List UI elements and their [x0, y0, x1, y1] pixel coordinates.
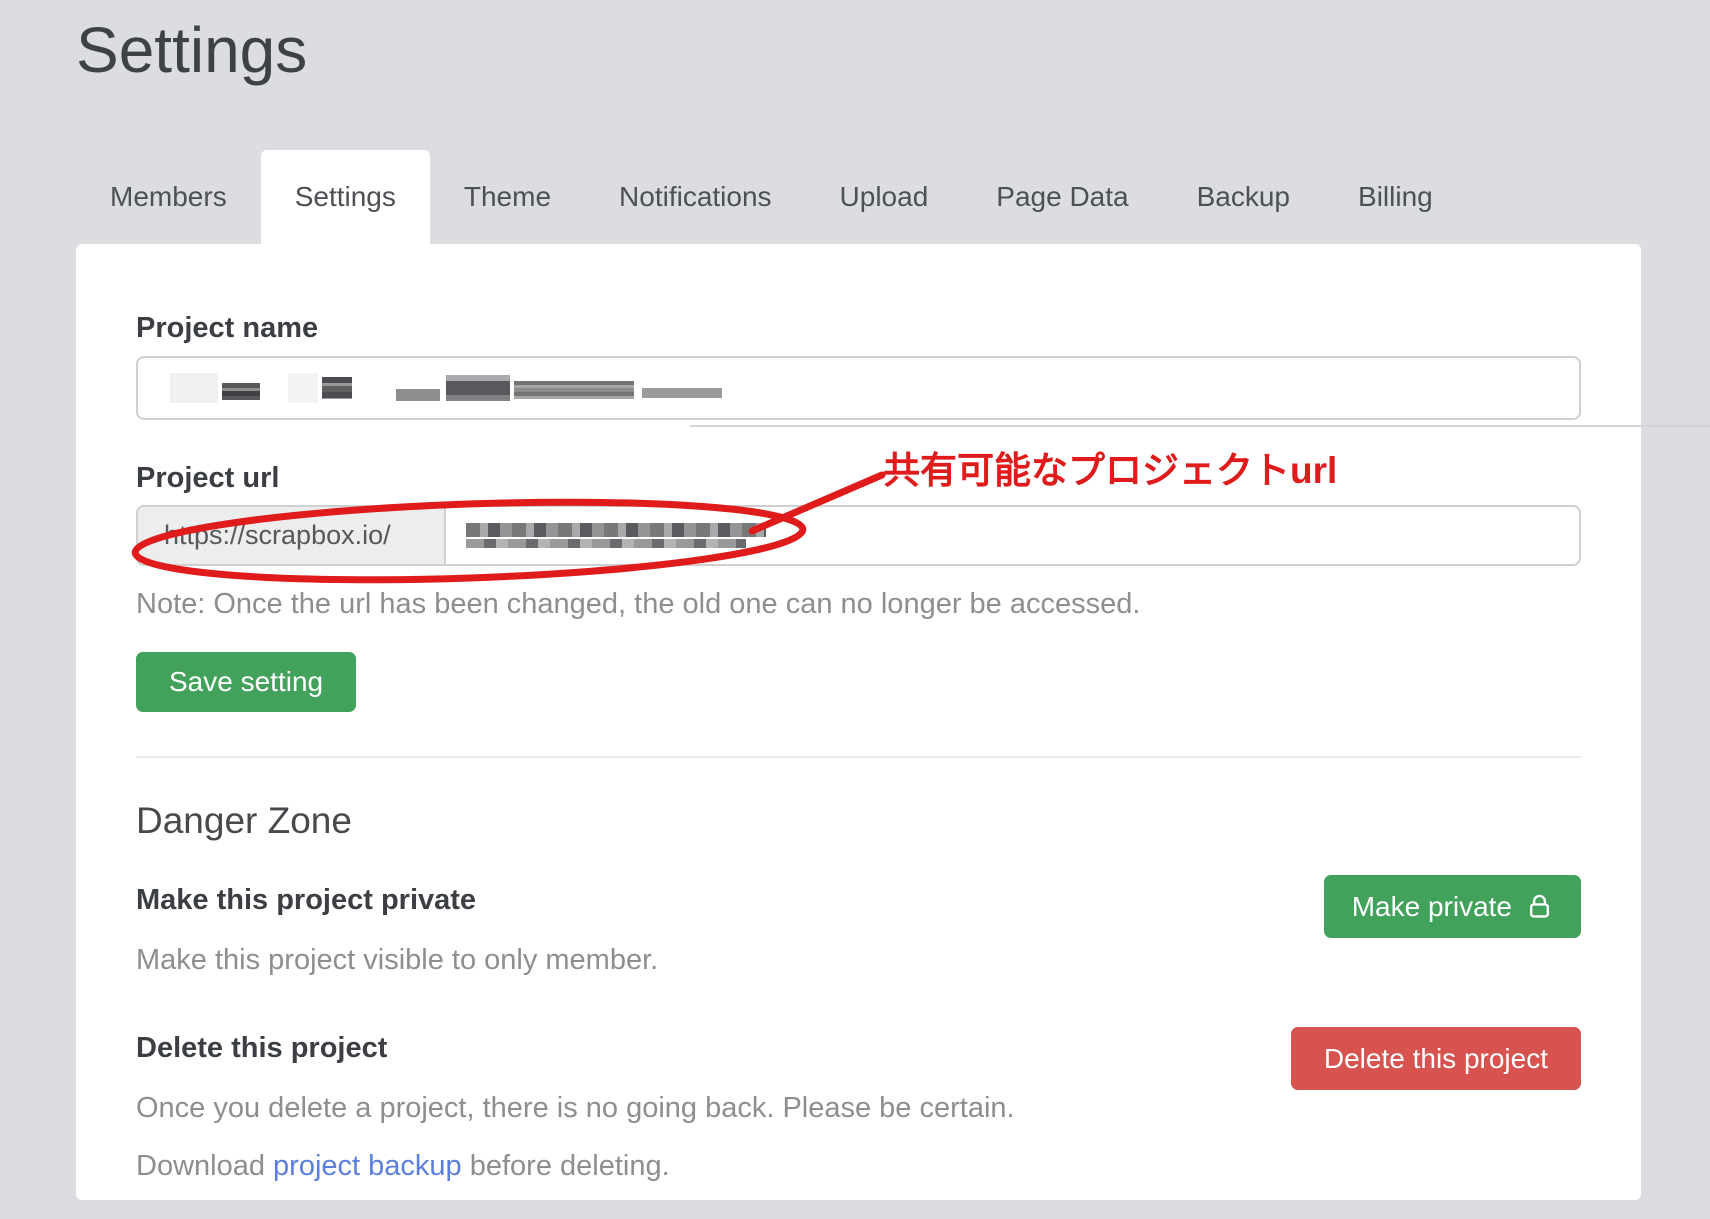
delete-project-warning: Once you delete a project, there is no g… [136, 1090, 1581, 1126]
tab-settings[interactable]: Settings [261, 150, 430, 244]
backup-line-suffix: before deleting. [462, 1150, 670, 1182]
make-private-description: Make this project visible to only member… [136, 942, 1581, 978]
project-url-input[interactable] [446, 507, 1579, 564]
make-private-button[interactable]: Make private [1324, 875, 1581, 938]
settings-panel: Project name Project url https://scrapbo… [76, 244, 1641, 1200]
annotation-text: 共有可能なプロジェクトurl [883, 451, 1337, 491]
url-change-note: Note: Once the url has been changed, the… [136, 586, 1581, 622]
make-private-row: Make this project private Make this proj… [136, 882, 1581, 978]
tab-backup[interactable]: Backup [1163, 150, 1324, 244]
tab-bar: Members Settings Theme Notifications Upl… [76, 150, 1710, 244]
tab-page-data[interactable]: Page Data [962, 150, 1162, 244]
project-url-label: Project url [136, 460, 1581, 496]
section-divider [136, 756, 1581, 758]
backup-line-prefix: Download [136, 1150, 273, 1182]
save-setting-button[interactable]: Save setting [136, 652, 356, 712]
project-backup-link[interactable]: project backup [273, 1150, 462, 1182]
redacted-project-url [466, 523, 766, 548]
page-title: Settings [76, 8, 1710, 92]
lock-icon [1526, 893, 1553, 920]
project-name-label: Project name [136, 310, 1581, 346]
delete-project-button[interactable]: Delete this project [1291, 1027, 1581, 1090]
redacted-project-name [170, 373, 722, 403]
paste-seam-line [690, 425, 1710, 427]
danger-zone-heading: Danger Zone [136, 798, 1581, 844]
backup-line: Download project backup before deleting. [136, 1148, 1581, 1184]
tab-upload[interactable]: Upload [806, 150, 963, 244]
url-prefix-addon: https://scrapbox.io/ [138, 507, 446, 564]
project-name-input[interactable] [136, 356, 1581, 420]
tab-billing[interactable]: Billing [1324, 150, 1467, 244]
tab-theme[interactable]: Theme [430, 150, 585, 244]
delete-project-row: Delete this project Once you delete a pr… [136, 1030, 1581, 1184]
tab-members[interactable]: Members [76, 150, 261, 244]
make-private-button-label: Make private [1352, 891, 1512, 923]
tab-notifications[interactable]: Notifications [585, 150, 806, 244]
project-url-input-group: https://scrapbox.io/ [136, 505, 1581, 566]
